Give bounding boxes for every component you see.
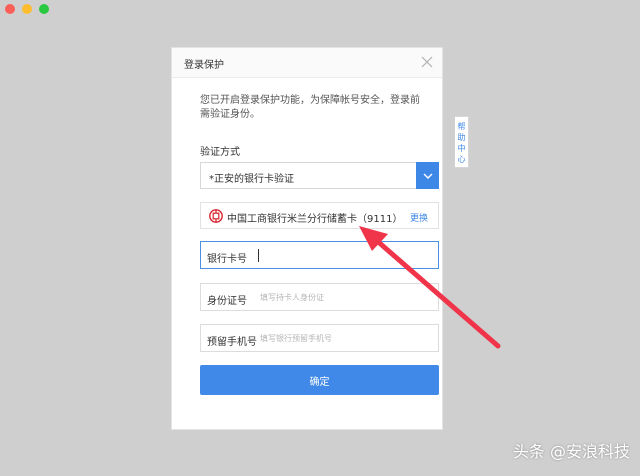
verification-method-select[interactable]: *正安的银行卡验证 [200, 162, 439, 189]
confirm-button[interactable]: 确定 [200, 365, 439, 395]
card-number-label: 银行卡号 [207, 254, 247, 265]
card-number-input[interactable] [259, 246, 429, 264]
bank-card-name: 中国工商银行米兰分行储蓄卡（9111） [227, 214, 403, 225]
id-number-input[interactable] [260, 288, 430, 306]
zoom-window-button[interactable] [39, 4, 49, 14]
watermark: 头条 @安浪科技 [512, 442, 630, 461]
select-value: *正安的银行卡验证 [209, 174, 294, 185]
close-icon[interactable] [421, 56, 433, 68]
help-center-tab[interactable]: 帮助中心 [455, 116, 469, 168]
dialog-header: 登录保护 [172, 48, 442, 78]
id-number-field[interactable]: 身份证号 [200, 283, 439, 311]
close-window-button[interactable] [5, 4, 15, 14]
phone-field[interactable]: 预留手机号 [200, 324, 439, 352]
phone-input[interactable] [260, 329, 430, 347]
minimize-window-button[interactable] [22, 4, 32, 14]
icbc-logo-icon [209, 209, 223, 223]
login-protection-dialog: 登录保护 您已开启登录保护功能，为保障帐号安全，登录前需验证身份。 验证方式 *… [171, 47, 443, 430]
id-number-label: 身份证号 [207, 296, 247, 307]
bank-card-row: 中国工商银行米兰分行储蓄卡（9111） 更换 [200, 202, 439, 229]
chevron-down-icon [423, 173, 432, 179]
change-card-link[interactable]: 更换 [410, 211, 428, 224]
card-number-field[interactable]: 银行卡号 [200, 241, 439, 269]
window-controls [5, 4, 49, 14]
select-dropdown-button[interactable] [416, 162, 439, 189]
notice-text: 您已开启登录保护功能，为保障帐号安全，登录前需验证身份。 [200, 95, 420, 120]
dialog-title: 登录保护 [184, 60, 224, 71]
method-label: 验证方式 [200, 147, 240, 158]
phone-label: 预留手机号 [207, 337, 257, 348]
